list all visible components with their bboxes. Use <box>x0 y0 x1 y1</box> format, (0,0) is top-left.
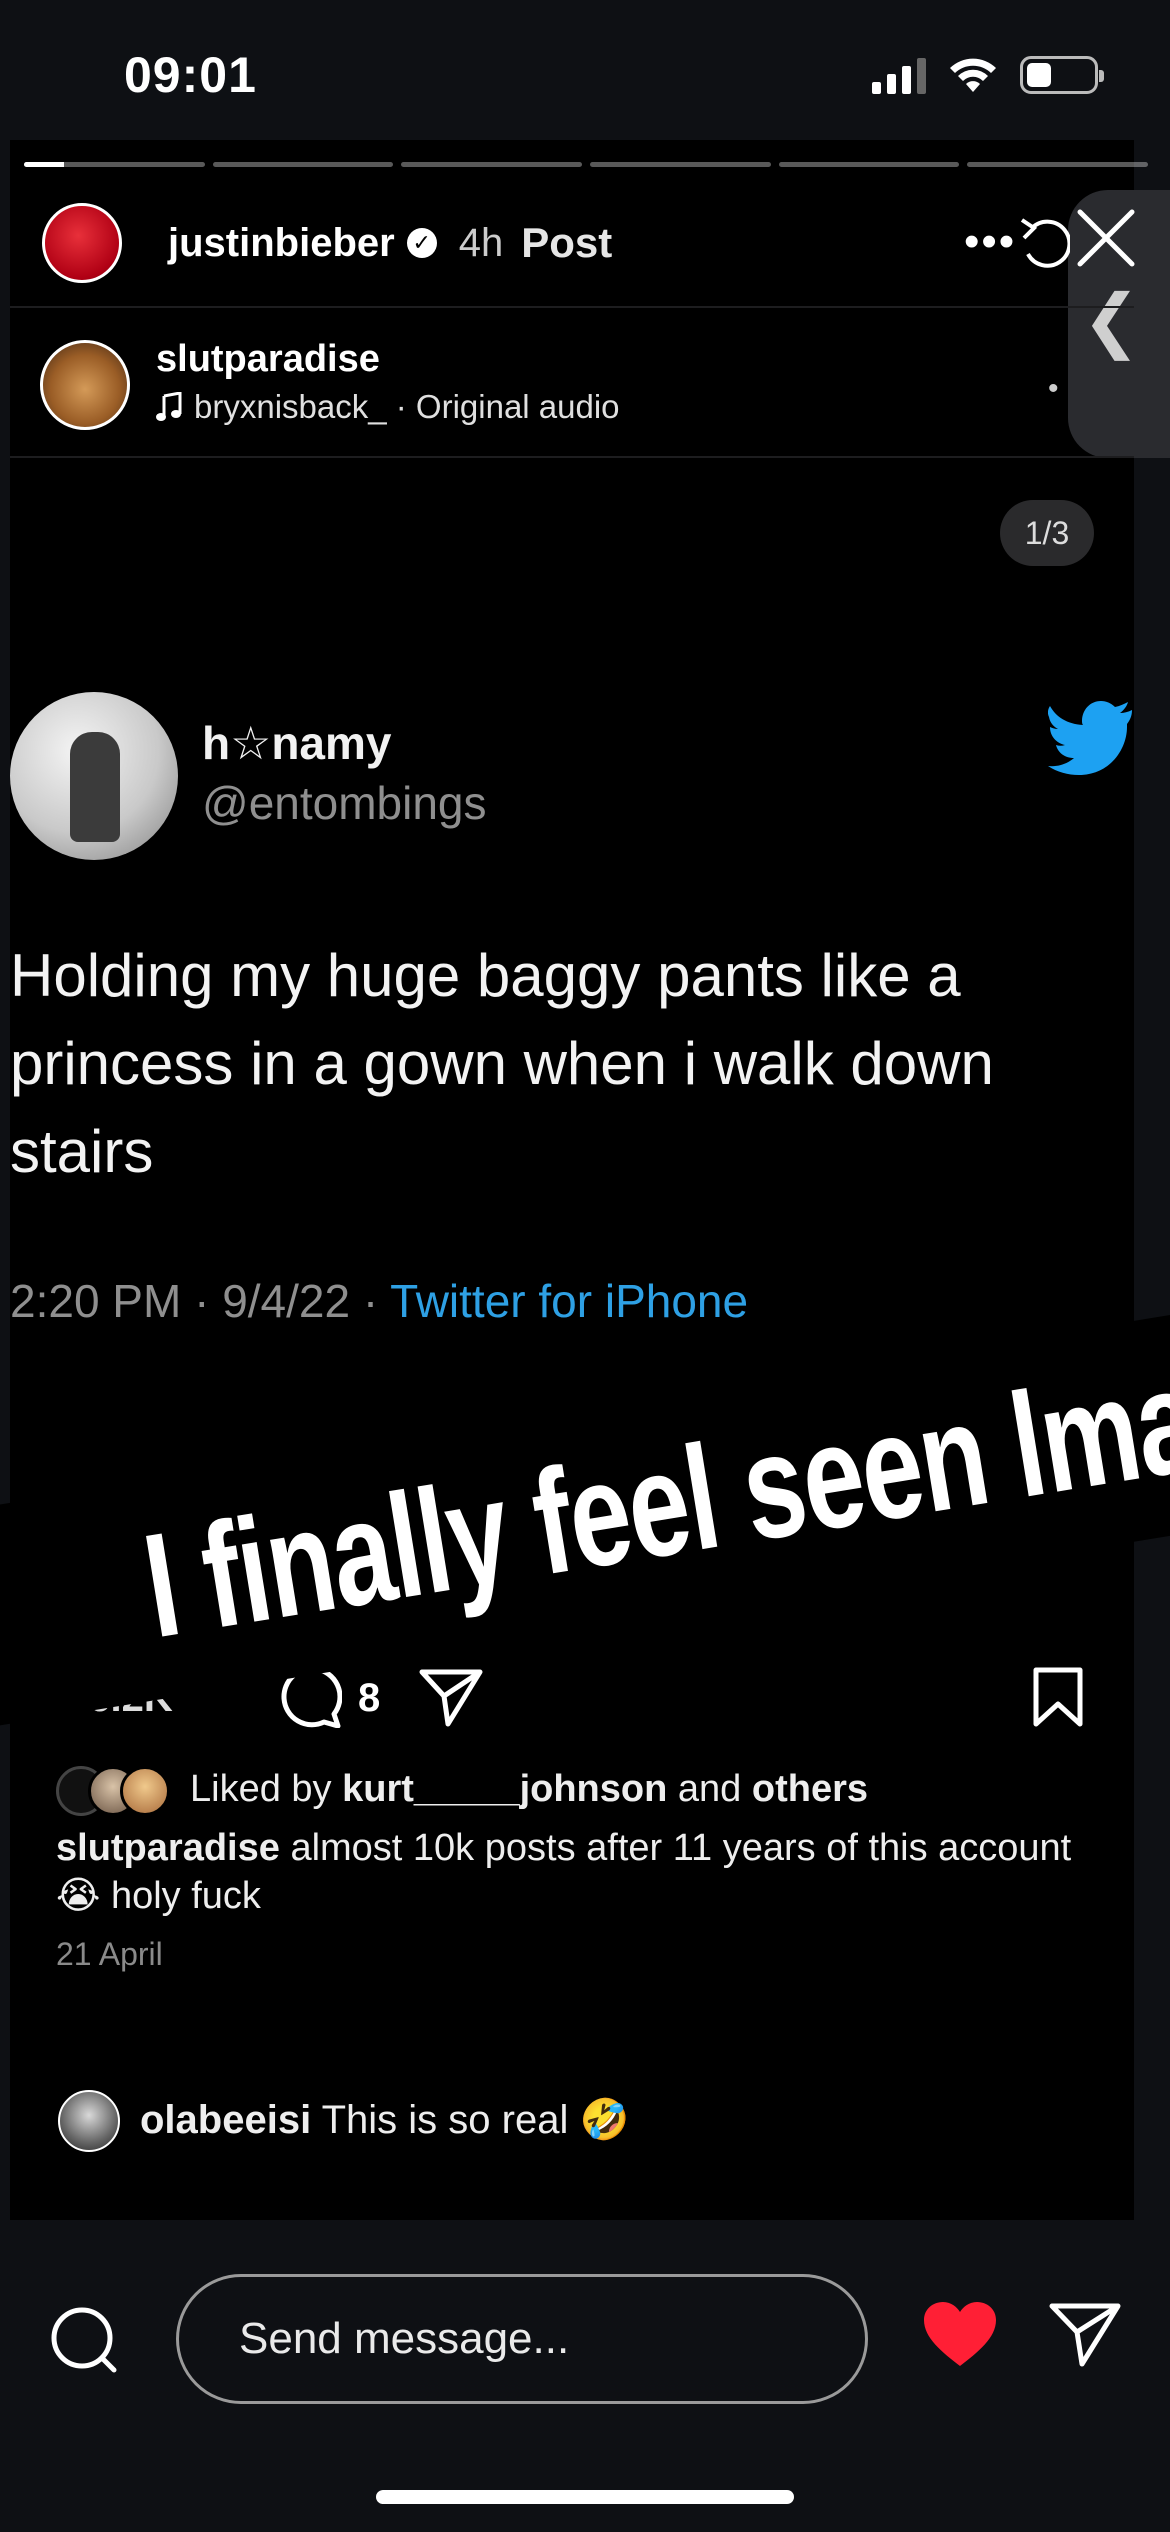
post-date: 21 April <box>56 1936 163 1972</box>
avatar <box>120 1766 170 1816</box>
liked-by-avatars[interactable] <box>56 1766 170 1816</box>
progress-segment <box>778 162 960 167</box>
rotate-icon[interactable] <box>1018 210 1070 274</box>
liked-by-user[interactable]: kurt_____johnson <box>342 1768 667 1810</box>
progress-segment <box>401 162 583 167</box>
story-type-label: Post <box>521 219 613 266</box>
tweet-text: Holding my huge baggy pants like a princ… <box>10 942 994 1185</box>
tweet-handle: @entombings <box>202 777 487 829</box>
close-icon[interactable] <box>1074 206 1138 270</box>
verified-icon: ✓ <box>406 228 437 258</box>
liked-by-others[interactable]: others <box>752 1768 868 1810</box>
music-note-icon <box>156 392 182 421</box>
post-audio[interactable]: bryxnisback_ · Original audio <box>156 388 620 426</box>
wifi-icon <box>950 58 996 92</box>
tweet-source: Twitter for iPhone <box>390 1275 749 1327</box>
comment-text: This is so real 🤣 <box>321 2098 630 2142</box>
divider <box>10 456 1134 458</box>
home-indicator <box>376 2490 794 2504</box>
post-caption: slutparadise almost 10k posts after 11 y… <box>56 1824 1116 1920</box>
progress-segment <box>590 162 771 167</box>
comment: olabeeisi This is so real 🤣 <box>140 2096 629 2143</box>
story-avatar[interactable] <box>42 203 122 283</box>
post-more-icon[interactable]: • <box>1048 372 1059 406</box>
story-time: 4h <box>458 220 504 265</box>
battery-icon <box>1020 56 1104 94</box>
cellular-signal-icon <box>872 56 926 94</box>
liked-by-text[interactable]: Liked by kurt_____johnson and others <box>190 1768 868 1811</box>
post-username[interactable]: slutparadise <box>156 338 380 381</box>
status-time: 09:01 <box>124 47 257 103</box>
liked-by-prefix: Liked by <box>190 1768 332 1810</box>
search-icon[interactable] <box>48 2304 120 2376</box>
progress-segment <box>212 162 394 167</box>
comment-username[interactable]: olabeeisi <box>140 2098 311 2142</box>
liked-by-and: and <box>677 1768 742 1810</box>
tweet-meta: 2:20 PM · 9/4/22 · Twitter for iPhone <box>10 1274 748 1328</box>
story-username[interactable]: justinbieber <box>168 221 395 266</box>
more-options-button[interactable]: ••• <box>964 220 1016 264</box>
story-progress <box>24 162 1149 167</box>
chevron-left-icon[interactable]: ❮ <box>1082 285 1141 355</box>
tweet-avatar <box>10 692 178 860</box>
divider <box>10 306 1134 308</box>
audio-label: bryxnisback_ · Original audio <box>194 388 620 425</box>
story-header: justinbieber ✓ 4h Post <box>42 200 612 286</box>
progress-segment <box>967 162 1149 167</box>
comment-count[interactable]: 8 <box>358 1676 380 1721</box>
share-icon[interactable] <box>418 1666 484 1728</box>
carousel-counter: 1/3 <box>1000 500 1094 566</box>
tweet-name: h☆namy <box>202 717 392 769</box>
twitter-bird-icon <box>1048 701 1132 775</box>
tweet-timestamp: 2:20 PM · 9/4/22 · <box>10 1275 391 1327</box>
status-icons <box>872 56 1104 94</box>
post-author-avatar[interactable] <box>40 340 130 430</box>
send-icon[interactable] <box>1048 2300 1122 2368</box>
comment-avatar[interactable] <box>58 2090 120 2152</box>
heart-icon[interactable] <box>922 2300 998 2368</box>
bookmark-icon[interactable] <box>1030 1666 1086 1728</box>
message-placeholder: Send message... <box>239 2314 570 2363</box>
send-message-input[interactable]: Send message... <box>176 2274 868 2404</box>
caption-username[interactable]: slutparadise <box>56 1827 280 1869</box>
progress-segment <box>24 162 205 167</box>
